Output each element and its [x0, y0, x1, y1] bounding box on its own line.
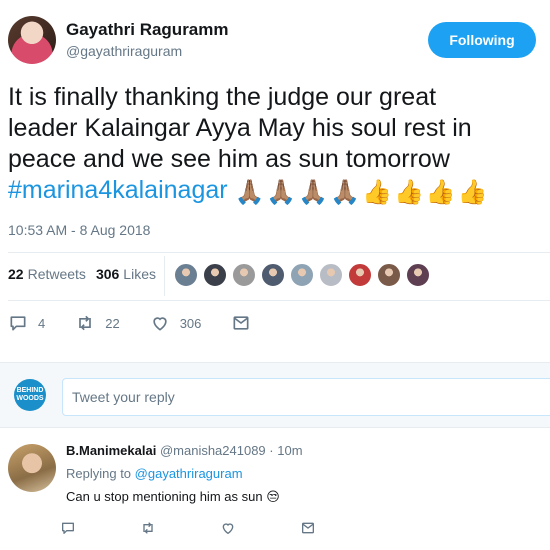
- replying-to: Replying to @gayathriraguram: [66, 466, 243, 481]
- reply-header: B.Manimekalai @manisha241089 · 10m: [66, 443, 303, 458]
- liker-avatar[interactable]: [174, 263, 198, 287]
- liker-avatar[interactable]: [203, 263, 227, 287]
- retweet-action[interactable]: 22: [75, 313, 120, 333]
- reply-text-body: Can u stop mentioning him as sun: [66, 489, 263, 504]
- replying-to-label: Replying to: [66, 466, 132, 481]
- reply-tweet[interactable]: B.Manimekalai @manisha241089 · 10m Reply…: [0, 428, 550, 550]
- tweet-line: #marina4kalainagar 🙏🏽🙏🏽🙏🏽🙏🏽👍👍👍👍: [8, 175, 550, 208]
- liker-avatar[interactable]: [319, 263, 343, 287]
- tweet-text: It is finally thanking the judge our gre…: [8, 82, 550, 208]
- retweets-stat[interactable]: 22 Retweets: [8, 266, 86, 282]
- reply-author-handle[interactable]: @manisha241089: [160, 443, 266, 458]
- tweet-line: It is finally thanking the judge our gre…: [8, 83, 437, 111]
- author-avatar[interactable]: [8, 16, 56, 64]
- reply-action[interactable]: 4: [8, 313, 45, 333]
- likers-avatars: [174, 263, 435, 287]
- tweet-line: peace and we see him as sun tomorrow: [8, 145, 450, 173]
- reply-icon[interactable]: [60, 520, 76, 536]
- envelope-icon[interactable]: [300, 520, 316, 536]
- reply-author-name[interactable]: B.Manimekalai: [66, 443, 156, 458]
- reply-separator: ·: [269, 443, 274, 458]
- liker-avatar[interactable]: [290, 263, 314, 287]
- hashtag-link[interactable]: #marina4kalainagar: [8, 176, 228, 204]
- reply-composer: BEHIND WOODS Tweet your reply: [0, 362, 550, 428]
- reply-emoji: 😒: [266, 489, 280, 504]
- author-name[interactable]: Gayathri Raguramm: [66, 20, 229, 40]
- author-handle[interactable]: @gayathriraguram: [66, 43, 182, 59]
- tweet-timestamp[interactable]: 10:53 AM - 8 Aug 2018: [8, 222, 150, 238]
- reply-text: Can u stop mentioning him as sun 😒: [66, 489, 280, 505]
- likes-label: Likes: [123, 266, 156, 282]
- liker-avatar[interactable]: [348, 263, 372, 287]
- divider: [8, 300, 550, 301]
- liker-avatar[interactable]: [377, 263, 401, 287]
- emoji-sequence: 🙏🏽🙏🏽🙏🏽🙏🏽👍👍👍👍: [234, 179, 490, 206]
- likes-stat[interactable]: 306 Likes: [96, 266, 156, 282]
- reply-count: 4: [38, 315, 46, 331]
- tweet-actions: 4 22 306: [8, 313, 291, 333]
- reply-icon: [10, 316, 26, 331]
- replying-to-mention[interactable]: @gayathriraguram: [135, 466, 243, 481]
- liker-avatar[interactable]: [406, 263, 430, 287]
- liker-avatar[interactable]: [261, 263, 285, 287]
- envelope-icon: [233, 316, 249, 330]
- tweet-stats: 22 Retweets 306 Likes: [8, 266, 166, 282]
- retweets-label: Retweets: [27, 266, 86, 282]
- tweet-line: leader Kalaingar Ayya May his soul rest …: [8, 114, 472, 142]
- viewer-avatar: BEHIND WOODS: [14, 379, 46, 411]
- reply-actions: [60, 520, 380, 536]
- divider: [8, 252, 550, 253]
- liker-avatar[interactable]: [232, 263, 256, 287]
- heart-icon: [153, 317, 167, 331]
- reply-time[interactable]: 10m: [277, 443, 302, 458]
- viewer-avatar-text: BEHIND: [16, 387, 44, 394]
- likes-count: 306: [95, 266, 120, 282]
- like-count: 306: [179, 315, 202, 331]
- dm-action[interactable]: [231, 313, 261, 333]
- heart-icon[interactable]: [220, 520, 236, 536]
- viewer-avatar-text: WOODS: [16, 395, 44, 402]
- reply-author-avatar[interactable]: [8, 444, 56, 492]
- retweet-icon: [79, 315, 92, 331]
- reply-input[interactable]: Tweet your reply: [62, 378, 550, 416]
- like-action[interactable]: 306: [150, 313, 202, 333]
- retweets-count: 22: [8, 266, 24, 282]
- following-button[interactable]: Following: [428, 22, 536, 58]
- stats-separator: [164, 256, 165, 296]
- retweet-icon[interactable]: [140, 520, 156, 536]
- retweet-count: 22: [105, 315, 120, 331]
